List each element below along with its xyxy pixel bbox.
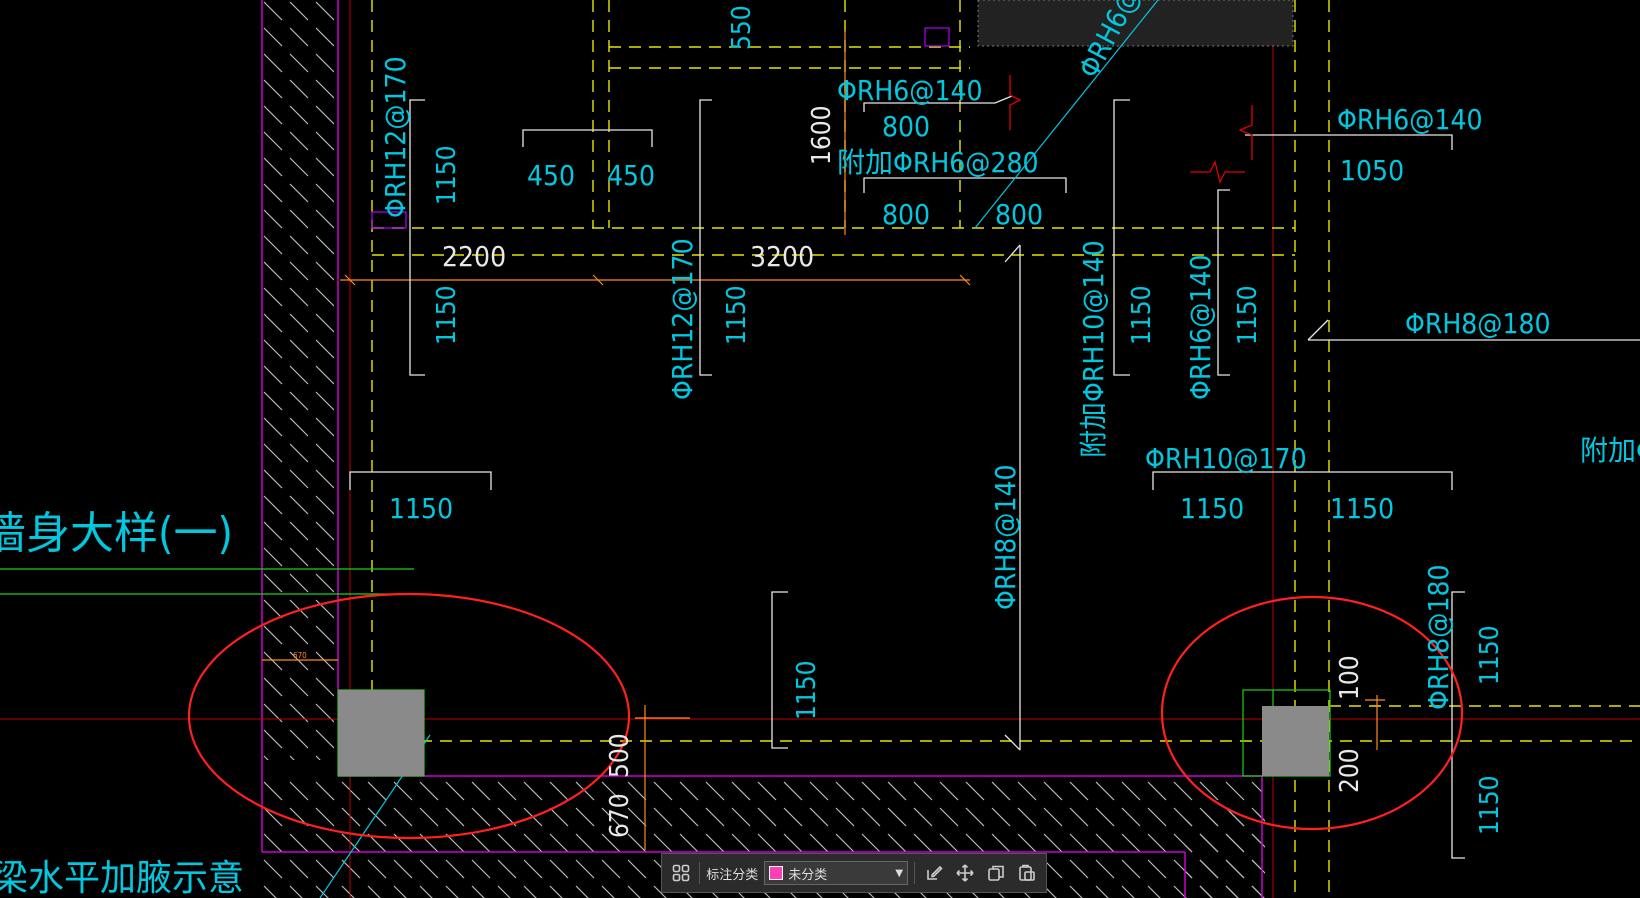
dim-label: 1150 — [389, 492, 453, 525]
dim-label: 1150 — [1233, 285, 1263, 345]
dim-label: 1150 — [1330, 492, 1394, 525]
rebar-label: 附加ΦRH6@280 — [837, 146, 1039, 179]
copy-icon[interactable] — [984, 860, 1009, 886]
rebar-label: 附加Φ — [1580, 434, 1640, 467]
dim-label: 1150 — [1180, 492, 1244, 525]
dim-label: 800 — [882, 110, 930, 143]
grid-icon[interactable] — [668, 860, 693, 886]
category-color-swatch — [769, 866, 784, 880]
category-select[interactable]: 未分类 ▼ — [764, 861, 909, 885]
category-label: 标注分类 — [706, 867, 759, 883]
marker — [924, 27, 950, 47]
edit-icon[interactable] — [921, 860, 946, 886]
chevron-down-icon: ▼ — [895, 867, 904, 879]
dim-label: 1150 — [792, 660, 822, 720]
haunch-title: 梁水平加腋示意 — [0, 858, 244, 898]
dim-label: 1150 — [722, 285, 752, 345]
dim-label: 800 — [995, 198, 1043, 231]
dim-label: 800 — [882, 198, 930, 231]
dim-label: 550 — [727, 5, 757, 50]
dim-label: 670 — [605, 793, 635, 838]
dim-label: 1150 — [1475, 775, 1505, 835]
toolbar-divider — [914, 862, 916, 884]
dim-label: 1150 — [432, 145, 462, 205]
rebar-label: ΦRH10@170 — [1145, 442, 1307, 475]
rebar-label: ΦRH8@180 — [1405, 307, 1551, 340]
rebar-label: ΦRH6@140 — [1337, 103, 1483, 136]
dim-label: 500 — [605, 733, 635, 778]
dim-label: 1150 — [1475, 625, 1505, 685]
annotation-toolbar: 标注分类 未分类 ▼ — [661, 853, 1047, 893]
rebar-label: ΦRH6@140 — [1184, 254, 1217, 400]
dim-label: 1150 — [432, 285, 462, 345]
toolbar-divider — [699, 862, 701, 884]
category-value: 未分类 — [788, 867, 828, 883]
dim-label: 2200 — [442, 240, 506, 273]
green-lines — [0, 568, 1331, 777]
dim-label: 100 — [1335, 655, 1365, 700]
break-lines — [1009, 75, 1253, 184]
cad-drawing-canvas[interactable]: 墙身大样(一) 梁水平加腋示意 ΦRH12@170 ΦRH12@170 ΦRH6… — [0, 0, 1640, 898]
dim-label: 450 — [527, 159, 575, 192]
rebar-label: ΦRH12@170 — [666, 238, 699, 400]
column-right — [1262, 706, 1329, 776]
rebar-label: ΦRH6@140 — [837, 74, 983, 107]
paste-icon[interactable] — [1015, 860, 1040, 886]
diagonal-lines — [319, 0, 1159, 898]
rebar-label: ΦRH8@180 — [1422, 564, 1455, 710]
column-left — [338, 690, 424, 776]
dim-label: 450 — [607, 159, 655, 192]
rebar-label: ΦRH12@170 — [379, 56, 412, 218]
move-icon[interactable] — [952, 860, 977, 886]
dim-label: 670 — [293, 651, 307, 660]
section-title: 墙身大样(一) — [0, 508, 233, 559]
dim-label: 1600 — [807, 105, 837, 165]
dim-label: 1050 — [1340, 154, 1404, 187]
rebar-label: ΦRH8@140 — [989, 464, 1022, 610]
rebar-label: 附加ΦRH10@140 — [1077, 240, 1110, 458]
dim-label: 1150 — [1127, 285, 1157, 345]
dim-label: 200 — [1335, 748, 1365, 793]
dim-label: 3200 — [750, 240, 814, 273]
